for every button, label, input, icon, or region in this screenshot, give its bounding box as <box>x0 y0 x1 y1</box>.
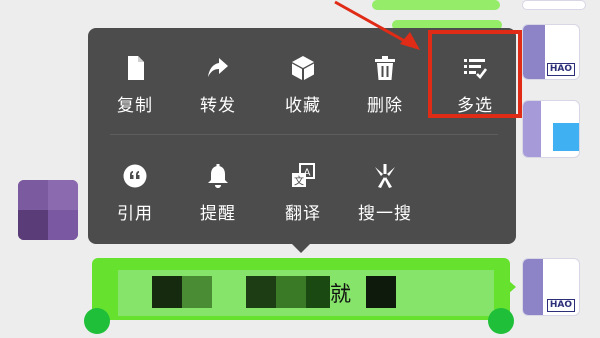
selection-handle-start[interactable] <box>84 308 110 334</box>
menu-item-forward[interactable]: 转发 <box>178 55 258 121</box>
menu-pointer <box>291 243 311 253</box>
menu-item-label: 转发 <box>200 96 236 116</box>
search-spark-icon <box>375 164 395 188</box>
avatar[interactable]: HAO <box>522 258 580 316</box>
avatar[interactable] <box>522 0 586 10</box>
pixelation-block <box>246 276 276 308</box>
cube-icon <box>292 56 314 80</box>
menu-item-label: 删除 <box>367 96 403 116</box>
highlight-box <box>428 30 522 118</box>
bubble-tail <box>508 280 516 294</box>
menu-item-label: 提醒 <box>200 204 236 224</box>
menu-item-delete[interactable]: 删除 <box>345 55 425 121</box>
bell-icon <box>208 164 228 188</box>
avatar[interactable]: HAO <box>522 24 580 80</box>
menu-item-label: 复制 <box>117 96 153 116</box>
pixelation-block <box>276 276 306 308</box>
translate-glyph-wen: 文 <box>294 175 304 188</box>
pixelation-block <box>306 276 330 308</box>
menu-item-translate[interactable]: A 文 翻译 <box>263 163 343 229</box>
share-arrow-icon <box>208 58 228 77</box>
menu-item-label: 翻译 <box>285 204 321 224</box>
avatar[interactable] <box>18 180 78 240</box>
menu-item-label: 收藏 <box>285 96 321 116</box>
menu-item-copy[interactable]: 复制 <box>95 55 175 121</box>
menu-divider <box>110 134 498 135</box>
quote-icon <box>123 164 147 188</box>
menu-item-search[interactable]: 搜一搜 <box>345 163 425 229</box>
avatar[interactable] <box>522 100 580 158</box>
selection-handle-end[interactable] <box>488 308 514 334</box>
file-icon <box>128 56 144 80</box>
avatar-badge: HAO <box>546 63 575 76</box>
avatar-badge: HAO <box>546 299 575 312</box>
menu-item-remind[interactable]: 提醒 <box>178 163 258 229</box>
menu-item-favorite[interactable]: 收藏 <box>263 55 343 121</box>
menu-item-label: 搜一搜 <box>358 204 412 224</box>
menu-item-label: 引用 <box>117 204 153 224</box>
pixelation-block <box>366 276 396 308</box>
annotation-arrow-icon <box>334 0 420 50</box>
message-text: 就 <box>330 282 351 306</box>
translate-icon: A 文 <box>292 163 315 188</box>
pixelation-block <box>152 276 182 308</box>
menu-item-quote[interactable]: 引用 <box>95 163 175 229</box>
pixelation-block <box>182 276 212 308</box>
